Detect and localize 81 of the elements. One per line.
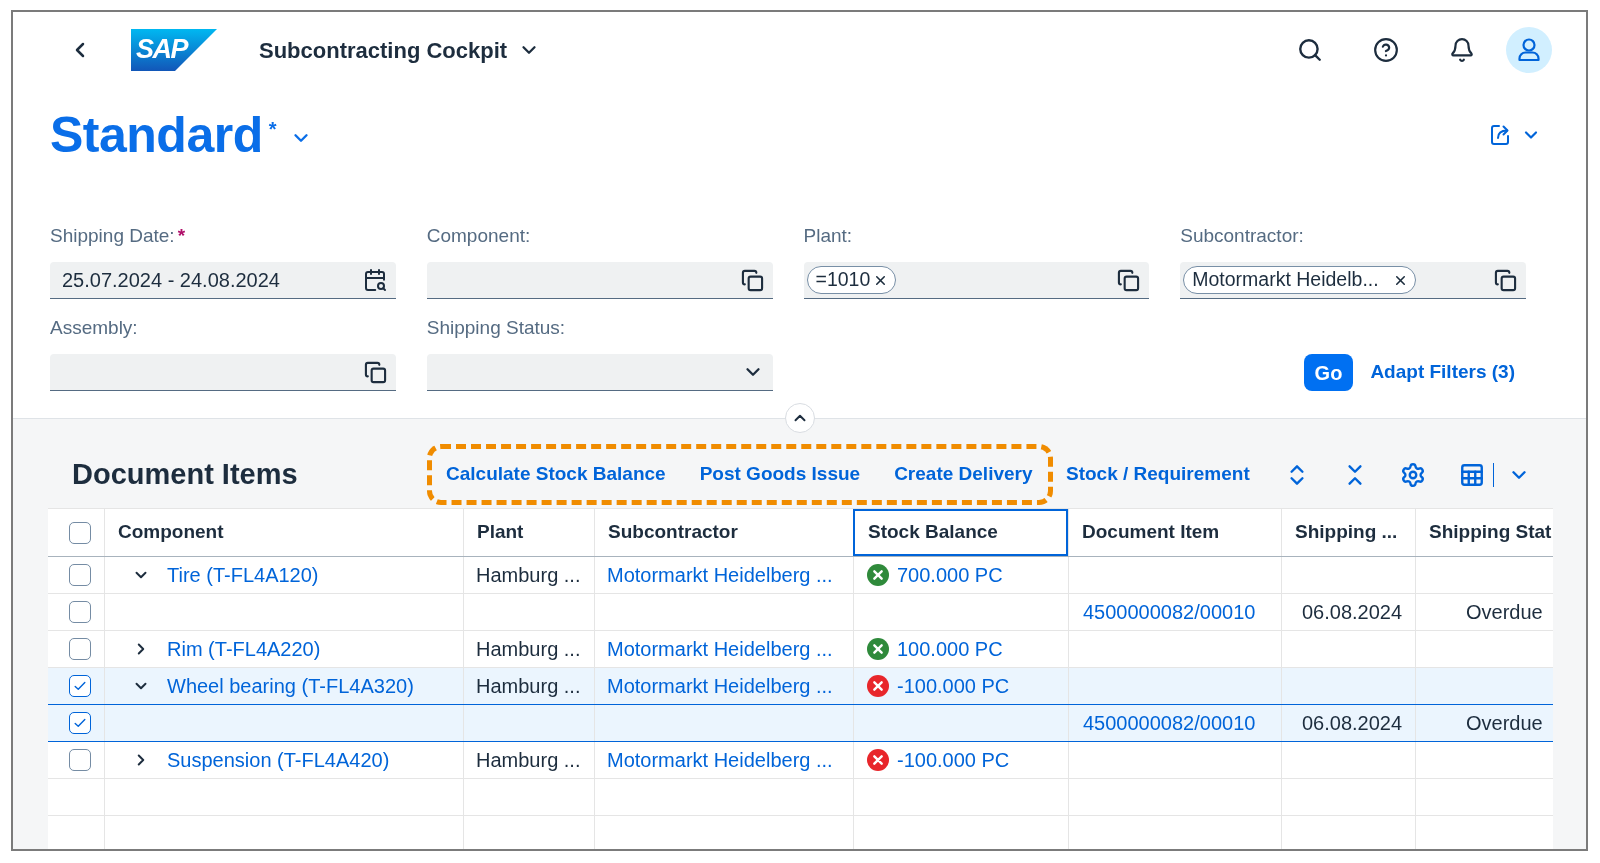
row-checkbox[interactable] (69, 749, 91, 771)
toolbar-button[interactable]: Post Goods Issue (699, 460, 861, 489)
column-header[interactable]: Plant (463, 509, 594, 556)
column-header[interactable]: Stock Balance (853, 509, 1068, 556)
input-field[interactable] (50, 354, 396, 391)
document-item-link[interactable]: 4500000082/00010 (1083, 597, 1256, 627)
stock-balance-link[interactable]: -100.000 PC (897, 671, 1010, 701)
logo[interactable]: SAP (131, 29, 217, 71)
bell-icon[interactable] (1449, 37, 1475, 63)
input-field[interactable]: =1010 (803, 262, 1150, 299)
filter-token[interactable]: =1010 (806, 266, 897, 294)
copy-icon[interactable] (1117, 268, 1141, 292)
date-field[interactable]: 25.07.2024 - 24.08.2024 (50, 262, 396, 299)
checkmark-icon (73, 716, 87, 730)
table-row[interactable]: Tire (T-FL4A120) Hamburg ... Motormarkt Heidelberg ... 700.000 PC (48, 557, 1553, 594)
table-row[interactable]: Wheel bearing (T-FL4A320) Hamburg ... Motormarkt Heidelberg ... -100.000 PC (48, 668, 1553, 705)
table-cell: Overdue (1415, 594, 1553, 630)
search-icon[interactable] (1297, 37, 1323, 63)
checkmark-icon (73, 679, 87, 693)
field-label: Assembly: (50, 316, 139, 340)
stock-balance-link[interactable]: -100.000 PC (897, 745, 1010, 775)
row-checkbox[interactable] (69, 564, 91, 586)
table-row[interactable]: 4500000082/00010 06.08.2024 Overdue (48, 594, 1553, 631)
adapt-filters-button[interactable]: Adapt Filters (3) (1370, 354, 1515, 391)
variant-title[interactable]: Standard$^{*}$ (50, 110, 276, 160)
column-header[interactable]: Shipping Stat (1415, 509, 1553, 556)
component-link[interactable]: Wheel bearing (T-FL4A320) (167, 671, 414, 701)
dropdown-field[interactable] (426, 354, 773, 391)
field-label: Plant: (803, 224, 854, 248)
subcontractor-link[interactable]: Motormarkt Heidelberg ... (607, 671, 833, 701)
field-label: Subcontractor: (1180, 224, 1305, 248)
user-avatar-icon[interactable] (1506, 27, 1552, 73)
filter-token[interactable]: Motormarkt Heidelb... (1183, 266, 1416, 294)
stock-balance-link[interactable]: 100.000 PC (897, 634, 1003, 664)
table-cell: 06.08.2024 (1281, 705, 1415, 741)
row-checkbox[interactable] (69, 601, 91, 623)
row-checkbox[interactable] (69, 638, 91, 660)
input-field[interactable] (426, 262, 773, 299)
copy-icon[interactable] (1494, 268, 1517, 292)
row-checkbox[interactable] (69, 675, 91, 697)
table-cell: Hamburg ... (463, 668, 594, 704)
share-icon[interactable] (1488, 123, 1512, 147)
app-title[interactable]: Subcontracting Cockpit (259, 33, 508, 67)
field-label: Shipping Date:* (50, 224, 187, 248)
component-link[interactable]: Suspension (T-FL4A420) (167, 745, 390, 775)
stock-balance-link[interactable]: 700.000 PC (897, 560, 1003, 590)
help-icon[interactable] (1373, 37, 1399, 63)
toolbar-button[interactable]: Stock / Requirement (1066, 460, 1250, 489)
copy-icon[interactable] (740, 268, 764, 292)
input-field[interactable]: Motormarkt Heidelb... (1180, 262, 1526, 299)
select-all-checkbox[interactable] (69, 521, 91, 544)
toolbar-button[interactable]: Calculate Stock Balance (446, 460, 666, 489)
calendar-search-icon[interactable] (362, 268, 387, 292)
document-item-link[interactable]: 4500000082/00010 (1083, 708, 1256, 738)
table-title: Document Items (72, 456, 299, 492)
column-header[interactable]: Subcontractor (594, 509, 853, 556)
row-checkbox[interactable] (69, 712, 91, 734)
component-link[interactable]: Tire (T-FL4A120) (167, 560, 319, 590)
spreadsheet-icon[interactable] (1458, 461, 1485, 488)
go-button[interactable]: Go (1303, 354, 1354, 391)
table-cell: Overdue (1415, 705, 1553, 741)
component-link[interactable]: Rim (T-FL4A220) (167, 634, 321, 664)
field-label: Shipping Status: (426, 316, 567, 340)
table-row[interactable]: Rim (T-FL4A220) Hamburg ... Motormarkt Heidelberg ... 100.000 PC (48, 631, 1553, 668)
table-row[interactable]: 4500000082/00010 06.08.2024 Overdue (48, 705, 1553, 742)
table-row[interactable]: Suspension (T-FL4A420) Hamburg ... Motormarkt Heidelberg ... -100.000 PC (48, 742, 1553, 779)
table-cell: 06.08.2024 (1281, 594, 1415, 630)
subcontractor-link[interactable]: Motormarkt Heidelberg ... (607, 634, 833, 664)
toolbar-button[interactable]: Create Delivery (894, 460, 1033, 489)
table-cell: Hamburg ... (463, 557, 594, 593)
column-header[interactable]: Document Item (1068, 509, 1281, 556)
subcontractor-link[interactable]: Motormarkt Heidelberg ... (607, 560, 833, 590)
subcontractor-link[interactable]: Motormarkt Heidelberg ... (607, 745, 833, 775)
column-header[interactable]: Component (104, 509, 463, 556)
field-label: Component: (426, 224, 532, 248)
collapse-header-button[interactable] (784, 403, 815, 433)
table-cell: Hamburg ... (463, 742, 594, 778)
table-cell: Hamburg ... (463, 631, 594, 667)
column-header[interactable]: Shipping ... (1281, 509, 1415, 556)
copy-icon[interactable] (363, 360, 387, 384)
settings-icon[interactable] (1399, 461, 1426, 488)
